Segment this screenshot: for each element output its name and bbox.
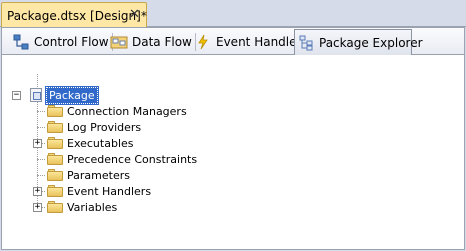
tab-data-flow-label: Data Flow [132,35,192,49]
tree-item-log-providers[interactable]: Log Providers [47,119,141,135]
tab-data-flow[interactable]: Data Flow [106,30,196,54]
tab-package-explorer-label: Package Explorer [319,35,423,50]
folder-icon [47,153,63,165]
package-icon [29,88,43,102]
collapse-icon[interactable]: − [12,90,21,100]
expand-icon[interactable]: + [33,203,42,212]
package-explorer-icon [299,34,315,52]
package-explorer-tree: − Package Connection Managers Log Provid… [2,55,464,249]
tree-item-label: Executables [67,136,134,150]
close-icon[interactable]: ✕ [127,7,142,22]
tree-item-executables[interactable]: Executables [47,135,134,151]
expand-icon[interactable]: + [33,187,42,196]
document-tab[interactable]: Package.dtsx [Design]* ✕ [1,2,147,28]
package-designer: Control Flow Data Flow Event Handlers Pa… [1,27,465,250]
tree-item-variables[interactable]: Variables [47,199,117,215]
tab-event-handlers[interactable]: Event Handlers [190,30,312,54]
tree-connector [37,175,45,176]
tree-item-label: Event Handlers [67,184,152,198]
document-tab-title: Package.dtsx [Design]* [7,8,147,23]
tree-root-label: Package [45,85,99,105]
tree-connector [37,127,45,128]
designer-tab-bar: Control Flow Data Flow Event Handlers Pa… [2,28,464,55]
folder-icon [47,185,63,197]
tree-item-parameters[interactable]: Parameters [47,167,130,183]
tab-package-explorer[interactable]: Package Explorer [294,29,423,55]
tree-connector [37,159,45,160]
folder-icon [47,169,63,181]
folder-icon [47,201,63,213]
tree-root-package[interactable]: − Package [12,85,99,105]
tree-item-event-handlers[interactable]: Event Handlers [47,183,151,199]
tree-item-label: Parameters [67,168,130,182]
tree-item-label: Variables [67,200,118,214]
tree-item-connection-managers[interactable]: Connection Managers [47,103,187,119]
tab-control-flow-label: Control Flow [34,35,109,49]
data-flow-icon [110,33,128,51]
folder-icon [47,121,63,133]
tree-item-label: Log Providers [67,120,142,134]
designer-window: Package.dtsx [Design]* ✕ Control Flow Da… [0,0,466,251]
tree-item-precedence-constraints[interactable]: Precedence Constraints [47,151,197,167]
tree-item-label: Connection Managers [67,104,187,118]
folder-icon [47,105,63,117]
tab-control-flow[interactable]: Control Flow [8,30,113,54]
tree-item-label: Precedence Constraints [67,152,198,166]
expand-icon[interactable]: + [33,139,42,148]
control-flow-icon [12,33,30,51]
tree-connector [37,111,45,112]
lightning-icon [194,33,212,51]
document-tab-strip: Package.dtsx [Design]* ✕ [0,0,466,28]
folder-icon [47,137,63,149]
